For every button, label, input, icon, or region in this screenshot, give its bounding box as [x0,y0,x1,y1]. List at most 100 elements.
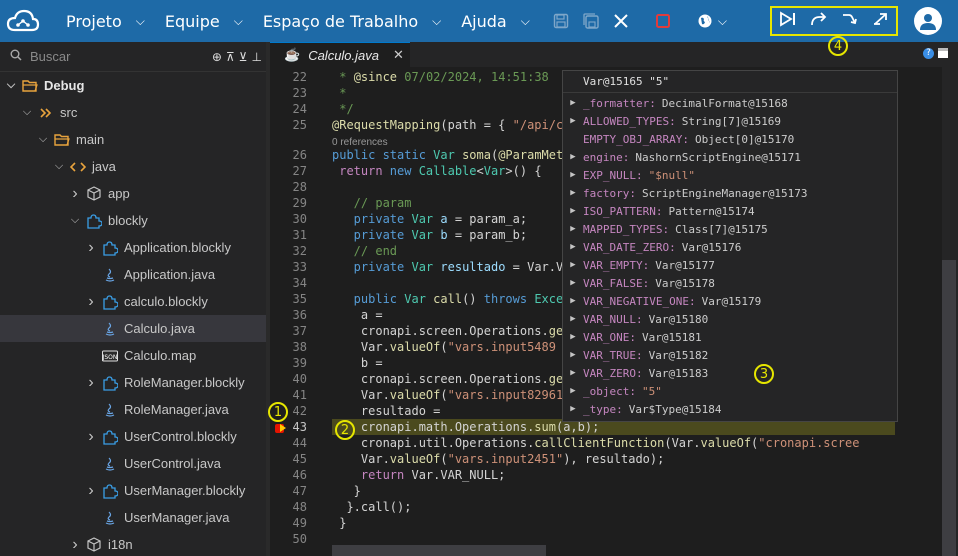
code-line[interactable]: 46 return Var.VAR_NULL; [270,467,942,483]
expand-triangle-icon[interactable]: ▶ [563,224,583,234]
horizontal-scrollbar[interactable] [332,545,546,556]
expand-triangle-icon[interactable]: ▶ [563,296,583,306]
popup-field-row[interactable]: ▶ MAPPED_TYPES: Class[7]@15175 [563,220,897,238]
chevron-right-icon[interactable]: › [68,185,82,203]
pin-icon[interactable]: ⊥ [252,50,262,64]
code-line[interactable]: 49 } [270,515,942,531]
chevron-down-icon[interactable]: ⌵ [20,106,34,119]
avatar[interactable] [914,7,942,35]
menu-ajuda[interactable]: Ajuda ⌵ [451,0,540,42]
tree-item[interactable]: RoleManager.java [0,396,266,423]
tree-item[interactable]: › UserControl.blockly [0,423,266,450]
window-icon[interactable] [938,48,948,58]
popup-field-row[interactable]: ▶ EXP_NULL: "$null" [563,166,897,184]
tree-item[interactable]: ⌵ Debug [0,72,266,99]
stop-icon[interactable] [648,0,678,42]
expand-triangle-icon[interactable]: ▶ [563,98,583,108]
popup-field-row[interactable]: ▶ factory: ScriptEngineManager@15173 [563,184,897,202]
tree-item[interactable]: › i18n [0,531,266,556]
popup-field-row[interactable]: ▶ VAR_TRUE: Var@15182 [563,346,897,364]
save-icon[interactable] [546,0,576,42]
menu-equipe[interactable]: Equipe ⌵ [155,0,253,42]
step-into-icon[interactable] [841,11,859,31]
expand-triangle-icon[interactable]: ▶ [563,404,583,414]
tree-item[interactable]: Application.java [0,261,266,288]
menu-espaco-de-trabalho[interactable]: Espaço de Trabalho ⌵ [253,0,451,42]
chevron-right-icon[interactable]: › [84,239,98,257]
expand-triangle-icon[interactable]: ▶ [563,242,583,252]
scroll-thumb[interactable] [942,260,956,556]
expand-triangle-icon[interactable]: ▶ [563,332,583,342]
tree-item[interactable]: UserControl.java [0,450,266,477]
popup-field-row[interactable]: ▶ _type: Var$Type@15184 [563,400,897,418]
locate-icon[interactable]: ⊕ [212,50,222,64]
step-out-icon[interactable] [872,11,890,31]
tree-item[interactable]: Calculo.java [0,315,266,342]
code-line[interactable]: 48 }.call(); [270,499,942,515]
search-input[interactable] [30,49,180,64]
chevron-right-icon[interactable]: › [84,482,98,500]
popup-field-row[interactable]: ▶ _formatter: DecimalFormat@15168 [563,94,897,112]
popup-field-row[interactable]: EMPTY_OBJ_ARRAY: Object[0]@15170 [563,130,897,148]
vertical-scrollbar[interactable] [942,67,958,556]
step-over-icon[interactable] [810,11,828,31]
code-line[interactable]: 47 } [270,483,942,499]
expand-triangle-icon[interactable]: ▶ [563,152,583,162]
expand-triangle-icon[interactable]: ▶ [563,206,583,216]
expand-triangle-icon[interactable]: ▶ [563,314,583,324]
expand-all-icon[interactable]: ⊻ [239,50,248,64]
save-all-icon[interactable] [576,0,606,42]
chevron-down-icon[interactable]: ⌵ [4,79,18,92]
popup-field-row[interactable]: ▶ VAR_DATE_ZERO: Var@15176 [563,238,897,256]
tree-item[interactable]: ⌵ src [0,99,266,126]
chevron-right-icon[interactable]: › [68,536,82,554]
chevron-right-icon[interactable]: › [84,293,98,311]
popup-field-row[interactable]: ▶ _object: "5" [563,382,897,400]
globe-icon[interactable] [690,0,720,42]
popup-field-row[interactable]: ▶ engine: NashornScriptEngine@15171 [563,148,897,166]
collapse-all-icon[interactable]: ⊼ [226,50,235,64]
tree-item[interactable]: ⌵ java [0,153,266,180]
tree-item[interactable]: › app [0,180,266,207]
close-tab-icon[interactable]: ✕ [393,47,404,63]
expand-triangle-icon[interactable]: ▶ [563,386,583,396]
popup-field-row[interactable]: ▶ VAR_FALSE: Var@15178 [563,274,897,292]
resume-icon[interactable] [779,11,797,31]
chevron-right-icon[interactable]: › [84,428,98,446]
popup-field-row[interactable]: ▶ VAR_NULL: Var@15180 [563,310,897,328]
popup-field-row[interactable]: ▶ VAR_ZERO: Var@15183 [563,364,897,382]
expand-triangle-icon[interactable]: ▶ [563,116,583,126]
tree-item[interactable]: ⌵ main [0,126,266,153]
tab-calculo-java[interactable]: ☕ Calculo.java ✕ [270,42,410,67]
tree-item[interactable]: › UserManager.blockly [0,477,266,504]
close-icon[interactable] [606,0,636,42]
expand-triangle-icon[interactable]: ▶ [563,188,583,198]
chevron-down-icon[interactable]: ⌵ [52,160,66,173]
menu-projeto[interactable]: Projeto ⌵ [56,0,155,42]
popup-field-row[interactable]: ▶ VAR_NEGATIVE_ONE: Var@15179 [563,292,897,310]
help-icon[interactable]: ? [923,48,934,59]
popup-field-row[interactable]: ▶ VAR_ONE: Var@15181 [563,328,897,346]
popup-field-row[interactable]: ▶ ISO_PATTERN: Pattern@15174 [563,202,897,220]
expand-triangle-icon[interactable]: ▶ [563,260,583,270]
expand-triangle-icon[interactable]: ▶ [563,368,583,378]
tree-item[interactable]: › calculo.blockly [0,288,266,315]
tree-item[interactable]: › RoleManager.blockly [0,369,266,396]
minimap[interactable] [895,67,942,556]
tree-item[interactable]: JSON Calculo.map [0,342,266,369]
chevron-down-icon[interactable]: ⌵ [718,14,727,29]
cloud-logo-icon[interactable] [0,0,46,42]
tree-item[interactable]: UserManager.java [0,504,266,531]
expand-triangle-icon[interactable]: ▶ [563,350,583,360]
popup-field-row[interactable]: ▶ ALLOWED_TYPES: String[7]@15169 [563,112,897,130]
chevron-down-icon[interactable]: ⌵ [36,133,50,146]
tree-item[interactable]: › Application.blockly [0,234,266,261]
popup-field-row[interactable]: ▶ VAR_EMPTY: Var@15177 [563,256,897,274]
code-line[interactable]: 45 Var.valueOf("vars.input2451"), result… [270,451,942,467]
expand-triangle-icon[interactable]: ▶ [563,278,583,288]
chevron-down-icon[interactable]: ⌵ [68,214,82,227]
expand-triangle-icon[interactable]: ▶ [563,170,583,180]
chevron-right-icon[interactable]: › [84,374,98,392]
code-line[interactable]: 44 cronapi.util.Operations.callClientFun… [270,435,942,451]
tree-item[interactable]: ⌵ blockly [0,207,266,234]
